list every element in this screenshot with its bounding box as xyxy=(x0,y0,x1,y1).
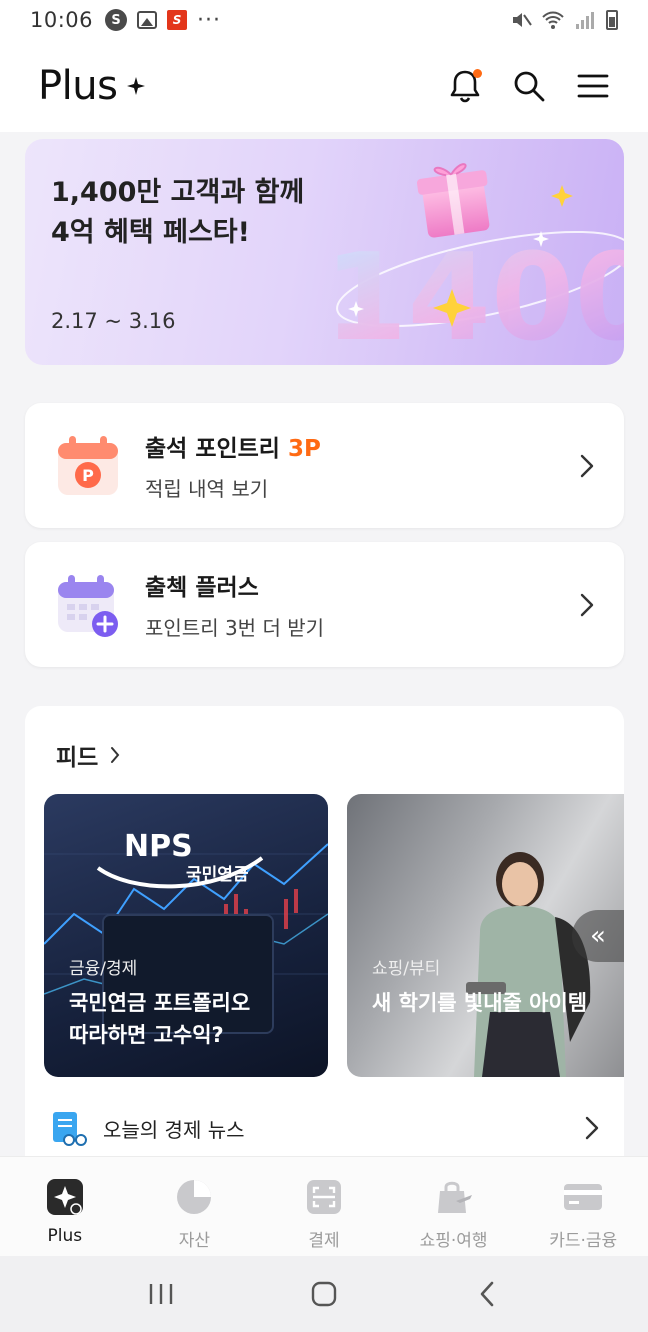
calendar-plus-icon xyxy=(58,574,118,637)
signal-icon xyxy=(576,12,594,29)
nav-label: Plus xyxy=(47,1226,83,1246)
feed-card-category: 쇼핑/뷰티 xyxy=(372,959,441,979)
chevron-right-icon xyxy=(580,454,594,477)
app-notification-icon: S xyxy=(167,10,188,30)
feed-section: 피드 NPS 국민연금 금융/경제 국민연금 포트폴리오 따라하면 고수익? 쇼… xyxy=(25,706,624,1156)
app-header: Plus xyxy=(0,40,648,132)
system-navigation-bar xyxy=(0,1256,648,1332)
nav-tab-card-finance[interactable]: 카드·금융 xyxy=(518,1157,648,1256)
nav-tab-payment[interactable]: 결제 xyxy=(259,1157,389,1256)
nav-label: 결제 xyxy=(308,1231,340,1251)
svg-text:국민연금: 국민연금 xyxy=(186,865,249,885)
notification-dot xyxy=(473,69,482,78)
attendance-points-card[interactable]: P 출석 포인트리 3P 적립 내역 보기 xyxy=(25,403,624,528)
banner-title: 1,400만 고객과 함께 4억 혜택 페스타! xyxy=(51,177,305,248)
battery-icon xyxy=(606,10,618,30)
feed-header-link[interactable]: 피드 xyxy=(56,738,120,772)
main-content: 1,400만 고객과 함께 4억 혜택 페스타! 2.17 ~ 3.16 140… xyxy=(0,132,648,1156)
nav-tab-shopping-travel[interactable]: 쇼핑·여행 xyxy=(389,1157,519,1256)
shopping-bag-icon xyxy=(437,1181,472,1213)
back-icon xyxy=(480,1281,493,1307)
nav-label: 쇼핑·여행 xyxy=(419,1231,488,1251)
bottom-navigation: Plus 자산 결제 쇼핑·여행 카드·금융 xyxy=(0,1156,648,1256)
news-document-icon xyxy=(53,1112,87,1146)
card-icon xyxy=(564,1184,603,1210)
image-icon xyxy=(137,11,158,29)
pie-chart-icon xyxy=(177,1180,212,1214)
home-button[interactable] xyxy=(304,1274,344,1314)
attendance-title: 출석 포인트리 3P xyxy=(145,436,321,462)
feed-card-title: 국민연금 포트폴리오 따라하면 고수익? xyxy=(69,991,251,1047)
status-time: 10:06 xyxy=(30,8,94,32)
feed-card-nps[interactable]: NPS 국민연금 금융/경제 국민연금 포트폴리오 따라하면 고수익? xyxy=(44,794,328,1077)
nps-logo: NPS 국민연금 xyxy=(96,829,264,889)
svg-text:NPS: NPS xyxy=(124,829,193,864)
sparkle-icon xyxy=(127,77,146,95)
attendance-subtitle: 적립 내역 보기 xyxy=(145,477,269,501)
nav-label: 카드·금융 xyxy=(549,1231,618,1251)
scan-icon xyxy=(306,1180,341,1214)
recent-apps-button[interactable] xyxy=(141,1274,181,1314)
feed-card-category: 금융/경제 xyxy=(69,959,138,979)
carousel-prev-button[interactable]: « xyxy=(572,910,624,962)
back-button[interactable] xyxy=(467,1274,507,1314)
mute-icon xyxy=(513,13,532,27)
wifi-icon xyxy=(542,11,564,29)
nav-tab-plus[interactable]: Plus xyxy=(0,1157,130,1256)
calendar-points-icon: P xyxy=(58,435,118,495)
brand-logo: Plus xyxy=(38,63,146,109)
samsung-s-icon: S xyxy=(105,9,128,31)
hamburger-icon xyxy=(577,74,609,98)
student-photo xyxy=(466,852,591,1077)
feed-card-title: 새 학기를 빛내줄 아이템 xyxy=(372,991,588,1015)
svg-text:P: P xyxy=(82,466,94,485)
chevron-right-icon xyxy=(111,747,120,763)
plus-sparkle-icon xyxy=(46,1179,83,1215)
status-bar: 10:06 S S ··· xyxy=(0,0,648,40)
chevron-right-icon xyxy=(585,1116,599,1140)
news-label: 오늘의 경제 뉴스 xyxy=(103,1117,245,1142)
search-button[interactable] xyxy=(512,69,546,103)
chevron-right-icon xyxy=(580,593,594,616)
economic-news-row[interactable]: 오늘의 경제 뉴스 xyxy=(51,1106,599,1150)
double-chevron-left-icon: « xyxy=(590,921,606,951)
banner-art-number: 1400 xyxy=(324,229,624,365)
checkin-plus-subtitle: 포인트리 3번 더 받기 xyxy=(145,616,324,640)
points-value: 3P xyxy=(287,436,321,462)
banner-1400-gift-illustration: 1400 xyxy=(324,163,624,365)
nav-label: 자산 xyxy=(178,1231,211,1251)
recent-apps-icon xyxy=(150,1284,173,1304)
nav-tab-assets[interactable]: 자산 xyxy=(130,1157,260,1256)
home-icon xyxy=(311,1281,337,1307)
promo-banner[interactable]: 1,400만 고객과 함께 4억 혜택 페스타! 2.17 ~ 3.16 140… xyxy=(25,139,624,365)
search-icon xyxy=(514,71,545,102)
brand-name: Plus xyxy=(38,63,118,109)
feed-title: 피드 xyxy=(56,745,99,771)
checkin-plus-card[interactable]: 출첵 플러스 포인트리 3번 더 받기 xyxy=(25,542,624,667)
more-notifications-icon: ··· xyxy=(197,7,222,33)
checkin-plus-title: 출첵 플러스 xyxy=(145,575,259,601)
banner-date: 2.17 ~ 3.16 xyxy=(51,309,176,333)
menu-button[interactable] xyxy=(576,69,610,103)
notification-button[interactable] xyxy=(448,69,482,103)
